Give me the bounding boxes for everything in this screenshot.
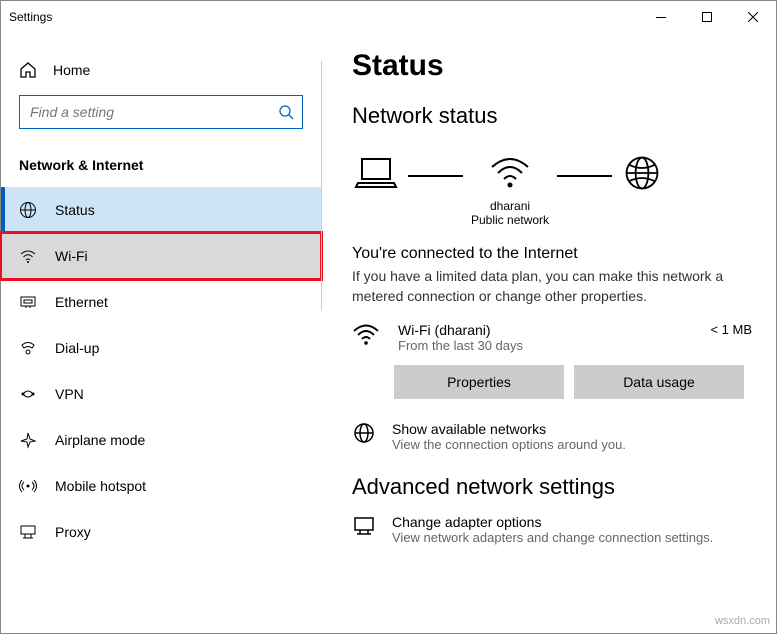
nav-list: Status Wi-Fi Ethernet Dial-up VPN Airpla…	[1, 187, 321, 555]
connected-heading: You're connected to the Internet	[352, 245, 752, 263]
globe-icon	[19, 201, 37, 219]
laptop-icon	[352, 153, 400, 193]
search-input[interactable]	[19, 95, 303, 129]
wifi-node: dharani Public network	[471, 153, 549, 229]
sidebar-item-label: VPN	[55, 386, 84, 402]
connected-desc: If you have a limited data plan, you can…	[352, 267, 752, 306]
network-status-heading: Network status	[352, 103, 752, 129]
sidebar-item-label: Wi-Fi	[55, 248, 88, 264]
globe-large-icon	[620, 153, 664, 193]
network-usage: < 1 MB	[710, 322, 752, 337]
network-period: From the last 30 days	[398, 338, 692, 353]
sidebar-item-label: Dial-up	[55, 340, 99, 356]
adapter-icon	[352, 514, 376, 545]
sidebar-item-vpn[interactable]: VPN	[1, 371, 321, 417]
advanced-heading: Advanced network settings	[352, 474, 752, 500]
adapter-desc: View network adapters and change connect…	[392, 530, 713, 545]
dialup-icon	[19, 339, 37, 357]
show-networks-option[interactable]: Show available networks View the connect…	[352, 421, 752, 452]
sidebar-item-status[interactable]: Status	[1, 187, 321, 233]
vpn-icon	[19, 385, 37, 403]
home-label: Home	[53, 62, 90, 78]
sidebar-item-label: Mobile hotspot	[55, 478, 146, 494]
network-row: Wi-Fi (dharani) From the last 30 days < …	[352, 322, 752, 353]
sidebar-item-label: Ethernet	[55, 294, 108, 310]
sidebar-item-hotspot[interactable]: Mobile hotspot	[1, 463, 321, 509]
show-networks-desc: View the connection options around you.	[392, 437, 626, 452]
close-button[interactable]	[730, 1, 776, 33]
title-bar: Settings	[1, 1, 776, 33]
adapter-option[interactable]: Change adapter options View network adap…	[352, 514, 752, 545]
wifi-icon	[352, 322, 380, 348]
pc-node	[352, 153, 400, 229]
globe-icon	[352, 421, 376, 452]
main-content: Status Network status dharani Public net…	[321, 33, 776, 633]
sidebar-item-label: Proxy	[55, 524, 91, 540]
home-icon	[19, 61, 37, 79]
properties-button[interactable]: Properties	[394, 365, 564, 399]
hotspot-icon	[19, 477, 37, 495]
sidebar-item-airplane[interactable]: Airplane mode	[1, 417, 321, 463]
minimize-button[interactable]	[638, 1, 684, 33]
sidebar-item-wifi[interactable]: Wi-Fi	[1, 233, 321, 279]
wifi-large-icon	[488, 153, 532, 193]
watermark: wsxdn.com	[715, 615, 770, 627]
section-header: Network & Internet	[1, 147, 321, 187]
sidebar-item-label: Airplane mode	[55, 432, 145, 448]
diagram-wifi-name: dharani	[471, 199, 549, 213]
data-usage-button[interactable]: Data usage	[574, 365, 744, 399]
search-field[interactable]	[28, 103, 278, 121]
search-icon	[278, 104, 294, 120]
sidebar: Home Network & Internet Status Wi-Fi E	[1, 33, 321, 633]
show-networks-title: Show available networks	[392, 421, 626, 437]
airplane-icon	[19, 431, 37, 449]
network-diagram: dharani Public network	[352, 143, 752, 235]
home-link[interactable]: Home	[1, 51, 321, 89]
adapter-title: Change adapter options	[392, 514, 713, 530]
network-name: Wi-Fi (dharani)	[398, 322, 692, 338]
sidebar-item-ethernet[interactable]: Ethernet	[1, 279, 321, 325]
ethernet-icon	[19, 293, 37, 311]
wifi-icon	[19, 247, 37, 265]
window-title: Settings	[9, 10, 638, 24]
sidebar-item-label: Status	[55, 202, 95, 218]
proxy-icon	[19, 523, 37, 541]
maximize-button[interactable]	[684, 1, 730, 33]
sidebar-item-dialup[interactable]: Dial-up	[1, 325, 321, 371]
sidebar-item-proxy[interactable]: Proxy	[1, 509, 321, 555]
diagram-wifi-type: Public network	[471, 213, 549, 227]
internet-node	[620, 153, 664, 229]
page-title: Status	[352, 49, 752, 83]
